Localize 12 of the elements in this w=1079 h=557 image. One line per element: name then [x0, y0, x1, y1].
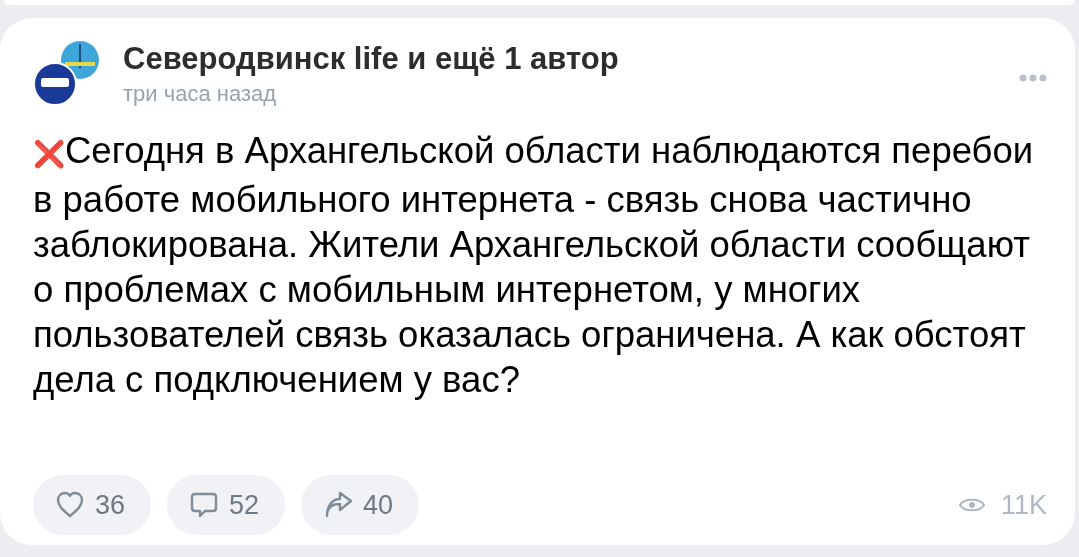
eye-icon: [958, 497, 985, 513]
post-time: три часа назад: [123, 80, 278, 109]
share-button[interactable]: 40: [301, 475, 420, 535]
speech-bubble-icon: [189, 490, 220, 520]
like-button[interactable]: 36: [33, 475, 152, 535]
view-count: 11K: [1000, 488, 1047, 522]
comment-button[interactable]: 52: [167, 475, 286, 535]
post-text: ❌Сегодня в Архангельской области наблюдаются перебои в работе мобильного интернета - связь снова частично заблокирована. Жители Архангельской области сообщают о проблемах с мобильным интернетом, у многих пользователей связь оказалась ограничена. А как обстоят дела с подключением у вас?: [33, 129, 1035, 403]
heart-icon: [55, 490, 85, 520]
more-icon[interactable]: [1019, 74, 1047, 82]
share-arrow-icon: [323, 490, 354, 520]
author-name[interactable]: Северодвинск life и ещё 1 автор: [123, 40, 1003, 78]
